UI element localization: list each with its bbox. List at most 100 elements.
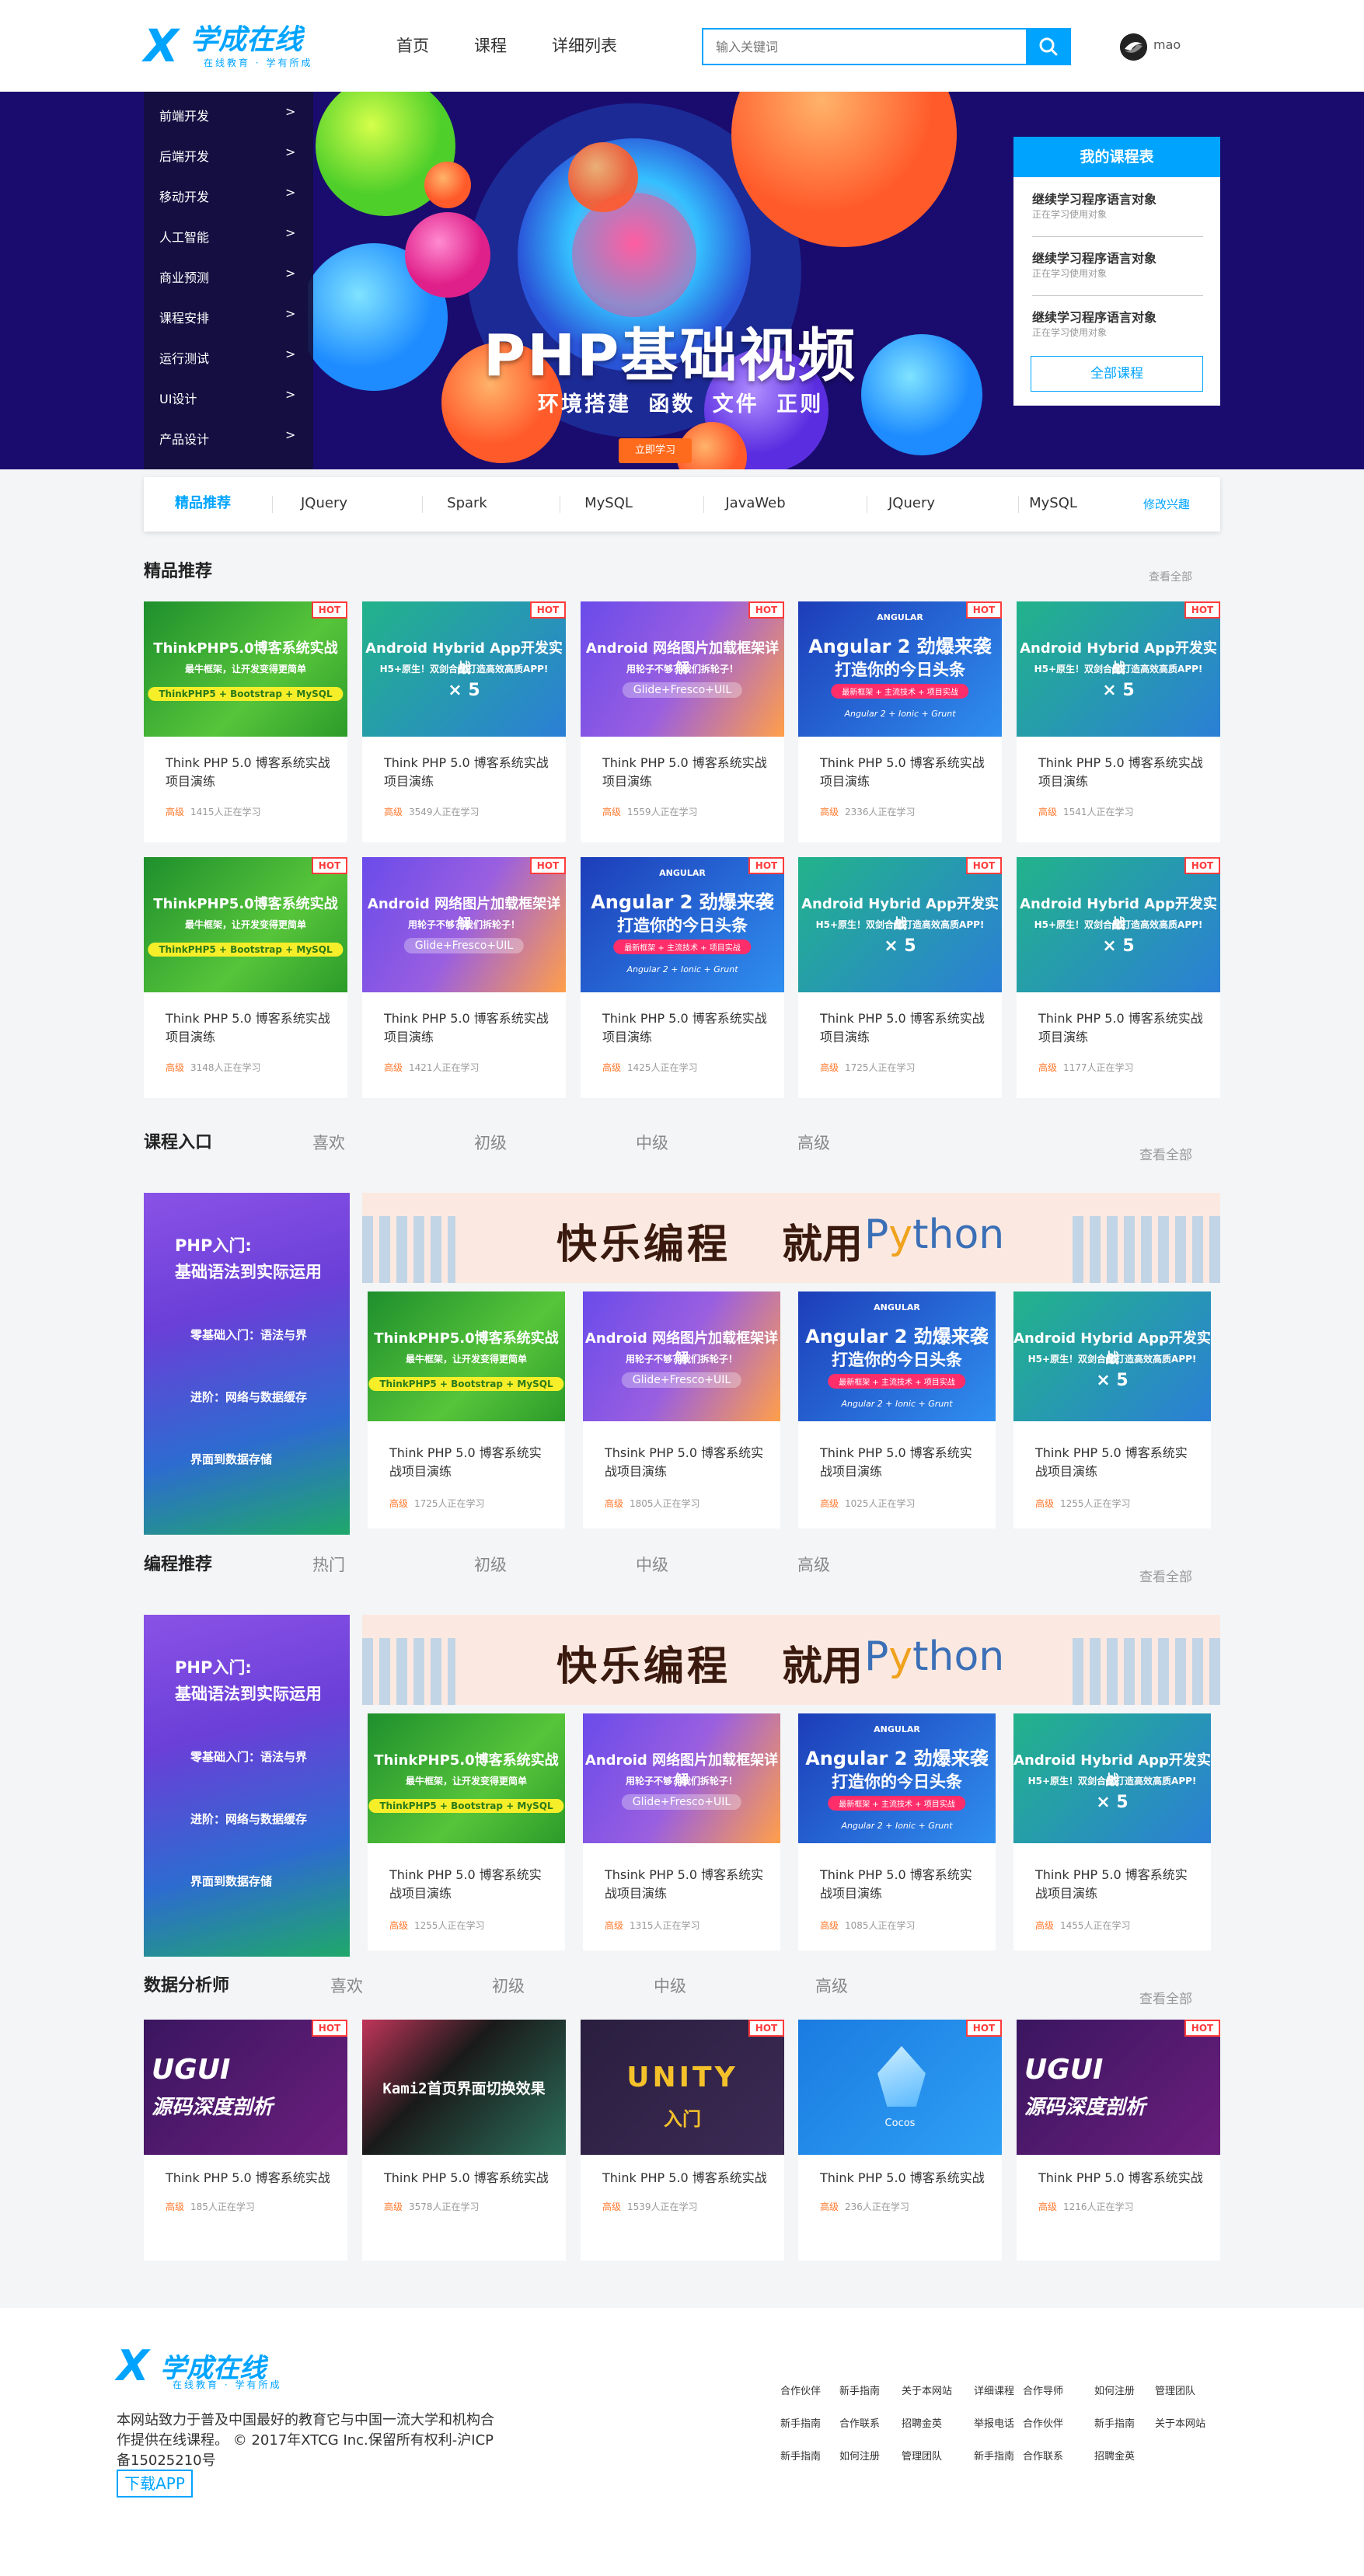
course-title[interactable]: Think PHP 5.0 博客系统实战项目演练 — [384, 1009, 552, 1047]
category-item[interactable]: 运行测试 > — [144, 336, 313, 377]
course-card[interactable]: Android Hybrid App开发实战 H5+原生！双剑合璧打造高效高质AP… — [362, 601, 566, 842]
course-thumbnail[interactable]: Kami2首页界面切换效果 — [362, 2020, 566, 2155]
category-item[interactable]: 人工智能 > — [144, 215, 313, 256]
section-tab[interactable]: 高级 — [797, 1132, 830, 1154]
banner-learn-button[interactable]: 立即学习 — [619, 438, 692, 463]
course-thumbnail[interactable]: Android Hybrid App开发实战 H5+原生！双剑合璧打造高效高质AP… — [1017, 601, 1220, 737]
nav-detail-list[interactable]: 详细列表 — [552, 34, 617, 58]
nav-courses[interactable]: 课程 — [474, 34, 507, 58]
download-app-button[interactable]: 下载APP — [117, 2470, 193, 2498]
course-thumbnail[interactable]: ANGULAR Angular 2 劲爆来袭 打造你的今日头条 最新框架 + 主流技术… — [798, 1713, 996, 1843]
course-card[interactable]: Android Hybrid App开发实战 H5+原生！双剑合璧打造高效高质AP… — [1013, 1291, 1211, 1529]
course-thumbnail[interactable]: ThinkPHP5.0博客系统实战 最牛框架，让开发变得更简单 ThinkPHP5 … — [144, 857, 347, 992]
footer-logo-mark[interactable]: X — [117, 2345, 149, 2387]
footer-link[interactable]: 合作导师 — [1023, 2383, 1063, 2397]
course-thumbnail[interactable]: Android Hybrid App开发实战 H5+原生！双剑合璧打造高效高质AP… — [1013, 1713, 1211, 1843]
footer-link[interactable]: 合作伙伴 — [1023, 2415, 1063, 2430]
footer-link[interactable]: 管理团队 — [1155, 2383, 1195, 2397]
course-thumbnail[interactable]: ThinkPHP5.0博客系统实战 最牛框架，让开发变得更简单 ThinkPHP5 … — [368, 1713, 565, 1843]
tab-mysql[interactable]: MySQL — [577, 494, 640, 513]
category-item[interactable]: 课程安排 > — [144, 296, 313, 336]
footer-link[interactable]: 合作联系 — [839, 2415, 880, 2430]
section-tab[interactable]: 高级 — [797, 1554, 830, 1576]
section-tab[interactable]: 热门 — [312, 1554, 345, 1576]
course-title[interactable]: Think PHP 5.0 博客系统实战 — [1038, 2169, 1206, 2187]
category-item[interactable]: 前端开发 > — [144, 94, 313, 134]
course-thumbnail[interactable]: ThinkPHP5.0博客系统实战 最牛框架，让开发变得更简单 ThinkPHP5 … — [144, 601, 347, 737]
course-card[interactable]: ANGULAR Angular 2 劲爆来袭 打造你的今日头条 最新框架 + 主流技术… — [798, 601, 1002, 842]
course-thumbnail[interactable]: UNITY 入门 HOT — [581, 2020, 784, 2155]
course-title[interactable]: Thsink PHP 5.0 博客系统实战项目演练 — [605, 1444, 766, 1481]
course-card[interactable]: UGUI 源码深度剖析 HOT Think PHP 5.0 博客系统实战 高级 1216人… — [1017, 2020, 1220, 2261]
python-banner[interactable]: 快乐编程 就用 Python — [362, 1615, 1220, 1705]
course-title[interactable]: Think PHP 5.0 博客系统实战 — [602, 2169, 770, 2187]
course-title[interactable]: Think PHP 5.0 博客系统实战项目演练 — [1035, 1866, 1197, 1903]
footer-link[interactable]: 新手指南 — [839, 2383, 880, 2397]
footer-link[interactable]: 详细课程 — [974, 2383, 1014, 2397]
course-card[interactable]: Android 网络图片加载框架详解 用轮子不够？我们拆轮子！ Glide+Fres… — [583, 1713, 780, 1950]
course-title[interactable]: Think PHP 5.0 博客系统实战项目演练 — [384, 754, 552, 791]
tab-spark[interactable]: Spark — [436, 494, 498, 513]
course-card[interactable]: UNITY 入门 HOT Think PHP 5.0 博客系统实战 高级 1539人正在学… — [581, 2020, 784, 2261]
course-thumbnail[interactable]: Android Hybrid App开发实战 H5+原生！双剑合璧打造高效高质AP… — [1017, 857, 1220, 992]
course-title[interactable]: Thsink PHP 5.0 博客系统实战项目演练 — [605, 1866, 766, 1903]
course-card[interactable]: Android 网络图片加载框架详解 用轮子不够？我们拆轮子！ Glide+Fres… — [583, 1291, 780, 1529]
course-card[interactable]: ThinkPHP5.0博客系统实战 最牛框架，让开发变得更简单 ThinkPHP5 … — [368, 1713, 565, 1950]
course-thumbnail[interactable]: Android Hybrid App开发实战 H5+原生！双剑合璧打造高效高质AP… — [798, 857, 1002, 992]
category-item[interactable]: UI设计 > — [144, 377, 313, 417]
section-tab[interactable]: 初级 — [492, 1975, 525, 1997]
footer-link[interactable]: 如何注册 — [1094, 2383, 1135, 2397]
footer-link[interactable]: 如何注册 — [839, 2448, 880, 2463]
course-title[interactable]: Think PHP 5.0 博客系统实战项目演练 — [1035, 1444, 1197, 1481]
section-tab[interactable]: 中级 — [636, 1132, 668, 1154]
course-card[interactable]: ANGULAR Angular 2 劲爆来袭 打造你的今日头条 最新框架 + 主流技术… — [798, 1713, 996, 1950]
course-title[interactable]: Think PHP 5.0 博客系统实战项目演练 — [820, 1444, 982, 1481]
course-thumbnail[interactable]: ANGULAR Angular 2 劲爆来袭 打造你的今日头条 最新框架 + 主流技术… — [798, 601, 1002, 737]
course-card[interactable]: Android 网络图片加载框架详解 用轮子不够？我们拆轮子！ Glide+Fres… — [362, 857, 566, 1098]
course-card[interactable]: ANGULAR Angular 2 劲爆来袭 打造你的今日头条 最新框架 + 主流技术… — [798, 1291, 996, 1529]
course-title[interactable]: Think PHP 5.0 博客系统实战项目演练 — [166, 754, 333, 791]
course-title[interactable]: Think PHP 5.0 博客系统实战项目演练 — [1038, 1009, 1206, 1047]
course-title[interactable]: Think PHP 5.0 博客系统实战项目演练 — [602, 1009, 770, 1047]
course-thumbnail[interactable]: Cocos HOT — [798, 2020, 1002, 2155]
section-tab[interactable]: 初级 — [474, 1554, 507, 1576]
footer-link[interactable]: 合作伙伴 — [780, 2383, 821, 2397]
course-title[interactable]: Think PHP 5.0 博客系统实战项目演练 — [1038, 754, 1206, 791]
footer-link[interactable]: 新手指南 — [780, 2448, 821, 2463]
promo-panel[interactable]: PHP入门: 基础语法到实际运用 零基础入门：语法与界 进阶：网络与数据缓存 界面到数据… — [144, 1615, 350, 1957]
all-courses-button[interactable]: 全部课程 — [1031, 356, 1203, 392]
course-thumbnail[interactable]: Android Hybrid App开发实战 H5+原生！双剑合璧打造高效高质AP… — [1013, 1291, 1211, 1421]
footer-link[interactable]: 新手指南 — [780, 2415, 821, 2430]
view-all-link[interactable]: 查看全部 — [1139, 1566, 1192, 1585]
section-tab[interactable]: 高级 — [815, 1975, 848, 1997]
footer-link[interactable]: 关于本网站 — [902, 2383, 952, 2397]
course-thumbnail[interactable]: Android 网络图片加载框架详解 用轮子不够？我们拆轮子！ Glide+Fres… — [583, 1291, 780, 1421]
section-tab[interactable]: 初级 — [474, 1132, 507, 1154]
footer-link[interactable]: 招聘金英 — [902, 2415, 942, 2430]
promo-panel[interactable]: PHP入门: 基础语法到实际运用 零基础入门：语法与界 进阶：网络与数据缓存 界面到数据… — [144, 1193, 350, 1535]
section-tab[interactable]: 中级 — [636, 1554, 668, 1576]
course-card[interactable]: Android Hybrid App开发实战 H5+原生！双剑合璧打造高效高质AP… — [1017, 857, 1220, 1098]
footer-link[interactable]: 招聘金英 — [1094, 2448, 1135, 2463]
tab-mysql-2[interactable]: MySQL — [1022, 494, 1084, 513]
tab-featured[interactable]: 精品推荐 — [171, 494, 235, 513]
course-title[interactable]: Think PHP 5.0 博客系统实战项目演练 — [389, 1444, 551, 1481]
category-item[interactable]: 移动开发 > — [144, 175, 313, 215]
search-input[interactable] — [703, 30, 1069, 64]
footer-link[interactable]: 合作联系 — [1023, 2448, 1063, 2463]
course-card[interactable]: Android Hybrid App开发实战 H5+原生！双剑合璧打造高效高质AP… — [1013, 1713, 1211, 1950]
my-course-item[interactable]: 继续学习程序语言对象 正在学习使用对象 — [1032, 250, 1203, 280]
view-all-link[interactable]: 查看全部 — [1139, 1144, 1192, 1163]
view-all-link[interactable]: 查看全部 — [1139, 1988, 1192, 2007]
course-title[interactable]: Think PHP 5.0 博客系统实战 — [820, 2169, 988, 2187]
course-thumbnail[interactable]: ThinkPHP5.0博客系统实战 最牛框架，让开发变得更简单 ThinkPHP5 … — [368, 1291, 565, 1421]
course-title[interactable]: Think PHP 5.0 博客系统实战项目演练 — [166, 1009, 333, 1047]
course-thumbnail[interactable]: UGUI 源码深度剖析 HOT — [144, 2020, 347, 2155]
category-item[interactable]: 产品设计 > — [144, 417, 313, 458]
edit-interests-link[interactable]: 修改兴趣 — [1143, 496, 1190, 512]
course-thumbnail[interactable]: Android 网络图片加载框架详解 用轮子不够？我们拆轮子！ Glide+Fres… — [581, 601, 784, 737]
tab-jquery[interactable]: JQuery — [293, 494, 355, 513]
footer-link[interactable]: 管理团队 — [902, 2448, 942, 2463]
course-thumbnail[interactable]: Android 网络图片加载框架详解 用轮子不够？我们拆轮子！ Glide+Fres… — [362, 857, 566, 992]
footer-link[interactable]: 新手指南 — [1094, 2415, 1135, 2430]
